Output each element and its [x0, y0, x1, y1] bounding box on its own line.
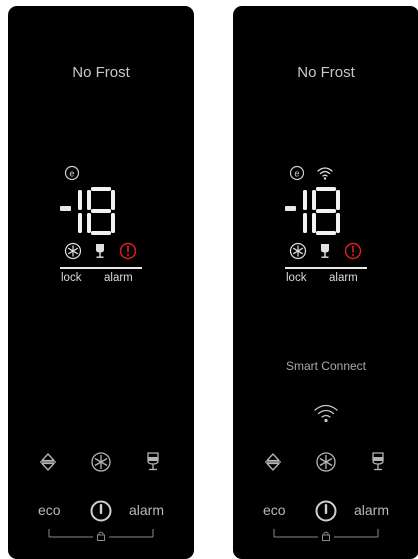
digit-eight — [312, 187, 340, 235]
up-down-arrows-icon[interactable] — [36, 450, 60, 474]
control-buttons-row — [233, 450, 418, 476]
bottom-buttons-row: eco alarm — [233, 499, 418, 527]
lock-bracket — [47, 529, 155, 543]
bottom-buttons-row: eco alarm — [8, 499, 194, 527]
control-buttons-row — [8, 450, 194, 476]
svg-text:e: e — [294, 168, 299, 178]
wine-glass-icon — [316, 242, 334, 260]
status-icons-row — [289, 242, 369, 262]
svg-text:e: e — [69, 168, 74, 178]
alarm-label: alarm — [104, 272, 133, 284]
eco-button[interactable]: eco — [38, 502, 61, 518]
wifi-icon — [316, 165, 334, 181]
power-icon[interactable] — [314, 499, 338, 523]
smart-connect-label: Smart Connect — [285, 359, 367, 373]
panel-title: No Frost — [72, 64, 130, 81]
snowflake-button-icon[interactable] — [89, 450, 113, 474]
status-underline — [60, 267, 142, 269]
power-icon[interactable] — [89, 499, 113, 523]
status-underline — [285, 267, 367, 269]
alarm-icon — [344, 242, 362, 260]
wine-glass-button-icon[interactable] — [141, 450, 165, 474]
eco-icon: e — [64, 165, 80, 181]
status-icons-row — [64, 242, 144, 262]
temperature-display — [56, 187, 146, 237]
snowflake-button-icon[interactable] — [314, 450, 338, 474]
eco-button[interactable]: eco — [263, 502, 286, 518]
snowflake-icon — [289, 242, 307, 260]
wine-glass-button-icon[interactable] — [366, 450, 390, 474]
control-panel-left: No Frost e lock alarm eco alarm — [8, 6, 194, 559]
smart-connect-wifi-icon[interactable] — [312, 401, 340, 425]
lock-label: lock — [286, 272, 307, 284]
snowflake-icon — [64, 242, 82, 260]
alarm-button[interactable]: alarm — [129, 502, 164, 518]
eco-icon: e — [289, 165, 305, 181]
lock-bracket — [272, 529, 380, 543]
temperature-display — [281, 187, 371, 237]
lock-label: lock — [61, 272, 82, 284]
alarm-button[interactable]: alarm — [354, 502, 389, 518]
control-panel-right: No Frost e lock alarm Smart Connect eco … — [233, 6, 418, 559]
alarm-icon — [119, 242, 137, 260]
alarm-label: alarm — [329, 272, 358, 284]
digit-one — [78, 190, 82, 233]
digit-one — [303, 190, 307, 233]
wine-glass-icon — [91, 242, 109, 260]
panel-title: No Frost — [297, 64, 355, 81]
up-down-arrows-icon[interactable] — [261, 450, 285, 474]
digit-eight — [87, 187, 115, 235]
